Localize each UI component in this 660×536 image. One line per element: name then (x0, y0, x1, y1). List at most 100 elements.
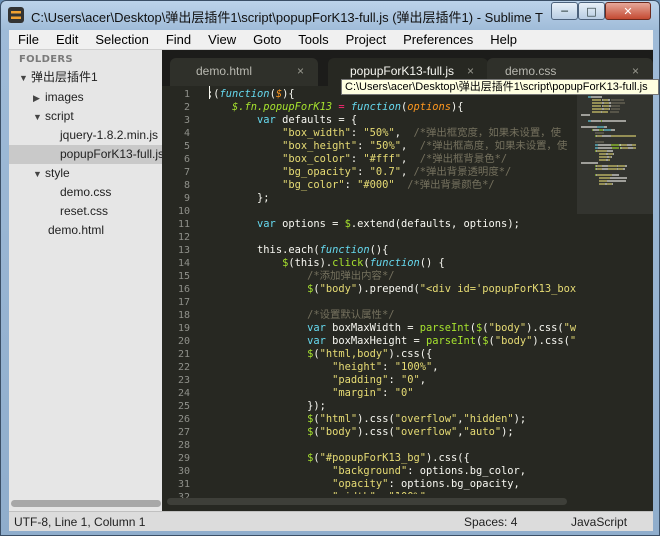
sidebar-file-reset-css[interactable]: reset.css (9, 202, 162, 221)
line-number: 15 (177, 271, 190, 282)
code-token: "body" (488, 322, 527, 334)
code-token: : (357, 166, 370, 178)
line-number: 20 (177, 336, 190, 347)
title-bar[interactable]: C:\Users\acer\Desktop\弹出层插件1\script\popu… (1, 1, 659, 29)
menu-edit[interactable]: Edit (47, 30, 86, 50)
sidebar-scrollbar[interactable] (11, 500, 161, 507)
code-token: : (357, 140, 370, 152)
minimap[interactable] (577, 86, 653, 494)
code-line: var boxMaxHeight = parseInt($("body").cs… (207, 335, 577, 348)
code-line: /*设置默认属性*/ (207, 309, 394, 322)
line-number: 11 (177, 219, 190, 230)
minimap-mark (598, 159, 606, 161)
sidebar-file-demo-css[interactable]: demo.css (9, 183, 162, 202)
menu-tools[interactable]: Tools (289, 30, 336, 50)
maximize-button[interactable]: □ (578, 2, 605, 20)
sublime-app-icon (8, 7, 24, 23)
code-token: /*弹出框宽度，如果未设置，使 (413, 127, 562, 139)
sidebar-file-demo-html[interactable]: demo.html (9, 221, 162, 240)
minimap-mark (624, 165, 627, 167)
sidebar-file-jquery[interactable]: jquery-1.8.2.min.js (9, 126, 162, 145)
status-syntax[interactable]: JavaScript (571, 515, 627, 529)
sidebar-folder-style[interactable]: ▼ style (9, 164, 162, 183)
line-number-gutter: 1 2 3 4 5 6 7 8 9 10 11 12 13 14 15 16 17 18 19 20 21 22 23 24 2… (162, 86, 202, 503)
code-line: "box_height": "50%", /*弹出框高度，如果未设置，使 (207, 140, 567, 153)
tab-demo-html[interactable]: demo.html × (170, 58, 318, 86)
sidebar-folder-root[interactable]: ▼ 弹出层插件1 (9, 68, 162, 87)
minimap-mark (606, 150, 614, 152)
code-line: "margin": "0" (207, 387, 413, 400)
menu-project[interactable]: Project (337, 30, 394, 50)
code-token: "#fff" (363, 153, 401, 165)
minimap-mark (580, 126, 597, 128)
menu-goto[interactable]: Goto (244, 30, 289, 50)
code-token: , (400, 140, 420, 152)
code-token: var (257, 114, 276, 126)
code-token: : (344, 179, 358, 191)
sidebar-folder-script[interactable]: ▼ script (9, 107, 162, 126)
sidebar-file-popup[interactable]: popupForK13-full.js (9, 145, 162, 164)
minimap-mark (611, 135, 636, 137)
code-token: ){ (282, 88, 295, 100)
text-caret (209, 86, 210, 99)
sidebar-folder-images[interactable]: ▶ images (9, 88, 162, 107)
menu-view[interactable]: View (199, 30, 244, 50)
code-line: $("html").css("overflow","hidden"); (207, 413, 526, 426)
menu-preferences[interactable]: Preferences (394, 30, 481, 50)
status-cursor-position: UTF-8, Line 1, Column 1 (14, 515, 146, 529)
menu-selection[interactable]: Selection (86, 30, 156, 50)
minimap-mark (598, 156, 607, 158)
horizontal-scrollbar[interactable] (167, 498, 567, 505)
code-token: ); (501, 426, 514, 438)
code-token: "width" (332, 491, 376, 494)
code-token: "margin" (332, 387, 383, 399)
code-token: "overflow" (394, 413, 458, 425)
code-token: : (382, 387, 395, 399)
file-path-tooltip: C:\Users\acer\Desktop\弹出层插件1\script\popu… (341, 79, 659, 95)
minimap-mark (607, 168, 617, 170)
line-number: 30 (177, 466, 190, 477)
code-line: "height": "100%", (207, 361, 439, 374)
code-token: boxMaxHeight = (325, 335, 426, 347)
tab-close-icon[interactable]: × (297, 58, 304, 84)
code-token: /*添加弹出内容*/ (307, 270, 395, 282)
status-bar: UTF-8, Line 1, Column 1 Spaces: 4 JavaSc… (9, 511, 653, 531)
code-token: : options.bg_color, (407, 465, 527, 477)
menu-find[interactable]: Find (157, 30, 199, 50)
code-token: function (319, 244, 370, 256)
code-token: "100%" (394, 361, 433, 373)
code-token: }; (207, 192, 270, 204)
code-token: /*弹出背景透明度*/ (413, 166, 512, 178)
minimap-mark (611, 102, 625, 104)
line-number: 31 (177, 479, 190, 490)
line-number: 5 (183, 141, 190, 152)
code-token: "50%" (369, 140, 401, 152)
status-indentation[interactable]: Spaces: 4 (464, 515, 517, 529)
code-line: "bg_opacity": "0.7", /*弹出背景透明度*/ (207, 166, 511, 179)
sidebar-item-label: script (45, 109, 74, 123)
code-token: ).css({ (388, 348, 433, 360)
menu-help[interactable]: Help (481, 30, 525, 50)
code-token: ).css( (526, 322, 564, 334)
menu-file[interactable]: File (9, 30, 47, 50)
line-number: 24 (177, 388, 190, 399)
code-token: , (432, 361, 439, 373)
code-view[interactable]: ;(function($){ $.fn.popupForK13 = functi… (207, 86, 577, 494)
close-button[interactable]: ✕ (605, 2, 651, 20)
line-number: 1 (183, 89, 190, 100)
minimap-mark (597, 174, 613, 176)
expanded-triangle-icon: ▼ (19, 73, 28, 83)
line-number: 6 (183, 154, 190, 165)
code-line: $("html,body").css({ (207, 348, 432, 361)
minimap-mark (591, 102, 603, 104)
minimap-mark (623, 168, 625, 170)
menu-bar: File Edit Selection Find View Goto Tools… (9, 30, 653, 50)
minimize-button[interactable]: ─ (551, 2, 578, 20)
